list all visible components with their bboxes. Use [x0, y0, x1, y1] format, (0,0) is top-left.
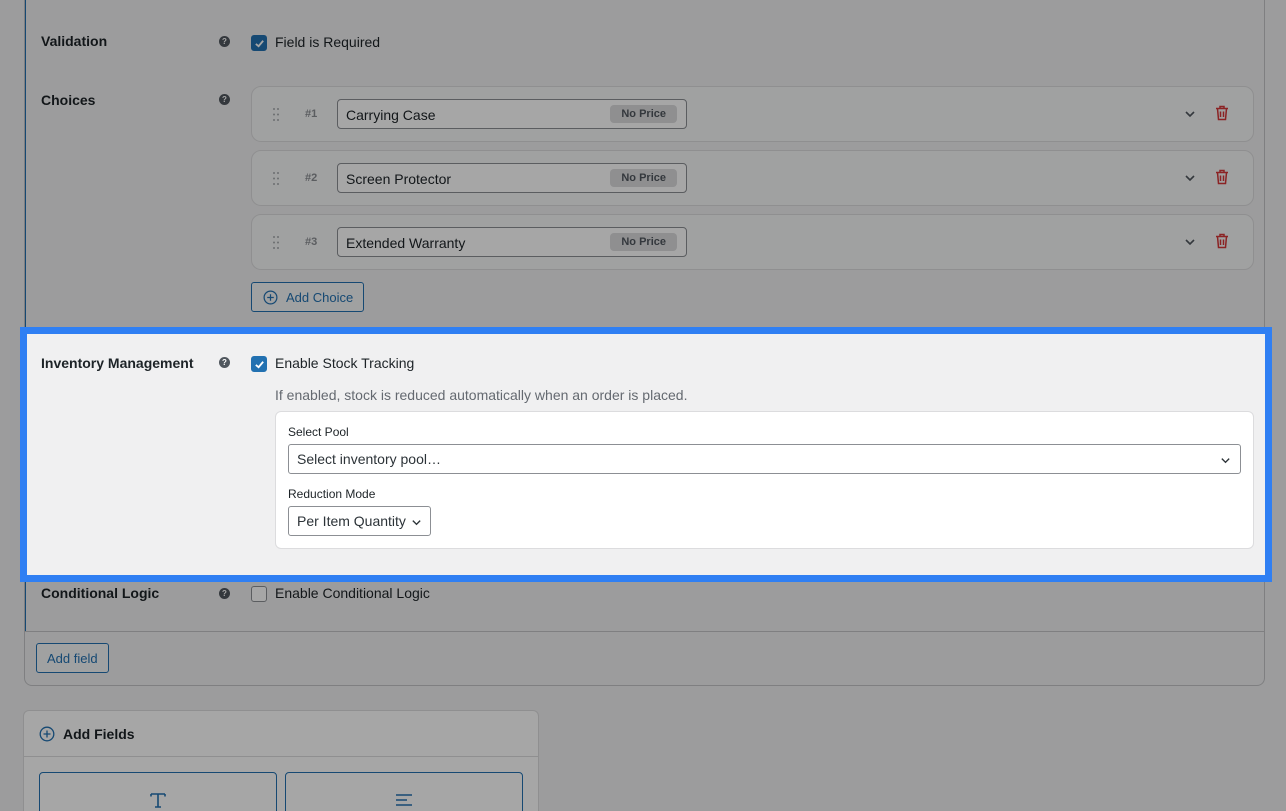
chevron-down-icon[interactable]: [1184, 172, 1196, 184]
trash-icon[interactable]: [1215, 105, 1229, 121]
choice-item: #3 Extended Warranty No Price: [251, 214, 1254, 270]
choice-value-input[interactable]: Screen Protector No Price: [337, 163, 687, 193]
field-required-label: Field is Required: [275, 34, 381, 50]
trash-icon[interactable]: [1215, 169, 1229, 185]
inventory-pool-select[interactable]: Select inventory pool…: [288, 444, 1241, 474]
inventory-management-highlight: Inventory Management ? Enable Stock Trac…: [20, 327, 1272, 582]
stock-tracking-label: Enable Stock Tracking: [275, 355, 415, 371]
text-field-tile[interactable]: [39, 772, 277, 811]
choice-value-input[interactable]: Extended Warranty No Price: [337, 227, 687, 257]
reduction-mode-value: Per Item Quantity: [297, 513, 406, 529]
price-badge[interactable]: No Price: [610, 105, 677, 123]
plus-circle-icon: [39, 726, 55, 742]
choice-item: #1 Carrying Case No Price: [251, 86, 1254, 142]
choice-number: #2: [305, 172, 318, 184]
conditional-logic-label: Conditional Logic: [41, 585, 160, 601]
price-badge[interactable]: No Price: [610, 169, 677, 187]
validation-label: Validation: [41, 33, 108, 49]
add-choice-button[interactable]: Add Choice: [251, 282, 364, 312]
choice-value-input[interactable]: Carrying Case No Price: [337, 99, 687, 129]
add-field-button[interactable]: Add field: [36, 643, 109, 673]
text-type-icon: [150, 793, 166, 808]
choices-help-icon[interactable]: ?: [219, 94, 230, 105]
conditional-help-icon[interactable]: ?: [219, 588, 230, 599]
choice-item: #2 Screen Protector No Price: [251, 150, 1254, 206]
plus-circle-icon: [263, 290, 278, 305]
add-fields-header: Add Fields: [24, 711, 538, 757]
choice-number: #1: [305, 108, 318, 120]
add-field-label: Add field: [47, 651, 98, 666]
select-pool-label: Select Pool: [288, 425, 349, 439]
choice-value: Carrying Case: [346, 107, 436, 123]
validation-help-icon[interactable]: ?: [219, 36, 230, 47]
choices-label: Choices: [41, 92, 96, 108]
add-fields-title: Add Fields: [63, 726, 135, 742]
chevron-down-icon[interactable]: [1184, 236, 1196, 248]
panel-separator: [25, 631, 1264, 632]
stock-tracking-checkbox[interactable]: [251, 356, 267, 372]
field-required-checkbox[interactable]: [251, 35, 267, 51]
inventory-options-card: Select Pool Select inventory pool… Reduc…: [275, 411, 1254, 549]
choice-value: Screen Protector: [346, 171, 452, 187]
price-badge[interactable]: No Price: [610, 233, 677, 251]
inventory-pool-value: Select inventory pool…: [297, 451, 441, 467]
choice-number: #3: [305, 236, 318, 248]
inventory-help-icon[interactable]: ?: [219, 357, 230, 368]
conditional-logic-checkbox[interactable]: [251, 586, 267, 602]
drag-handle-icon[interactable]: [273, 236, 279, 249]
reduction-mode-select[interactable]: Per Item Quantity: [288, 506, 431, 536]
checkmark-icon: [255, 361, 264, 369]
inventory-management-label: Inventory Management: [41, 355, 194, 371]
chevron-down-icon: [1221, 458, 1230, 464]
chevron-down-icon: [412, 520, 421, 526]
paragraph-field-tile[interactable]: [285, 772, 523, 811]
drag-handle-icon[interactable]: [273, 108, 279, 121]
paragraph-icon: [396, 794, 412, 806]
reduction-mode-label: Reduction Mode: [288, 487, 376, 501]
add-fields-panel: Add Fields: [23, 710, 539, 811]
stock-tracking-hint: If enabled, stock is reduced automatical…: [275, 387, 688, 403]
trash-icon[interactable]: [1215, 233, 1229, 249]
drag-handle-icon[interactable]: [273, 172, 279, 185]
add-choice-label: Add Choice: [286, 290, 354, 305]
chevron-down-icon[interactable]: [1184, 108, 1196, 120]
conditional-logic-checkbox-label: Enable Conditional Logic: [275, 585, 430, 601]
choice-value: Extended Warranty: [346, 235, 466, 251]
checkmark-icon: [255, 40, 264, 48]
